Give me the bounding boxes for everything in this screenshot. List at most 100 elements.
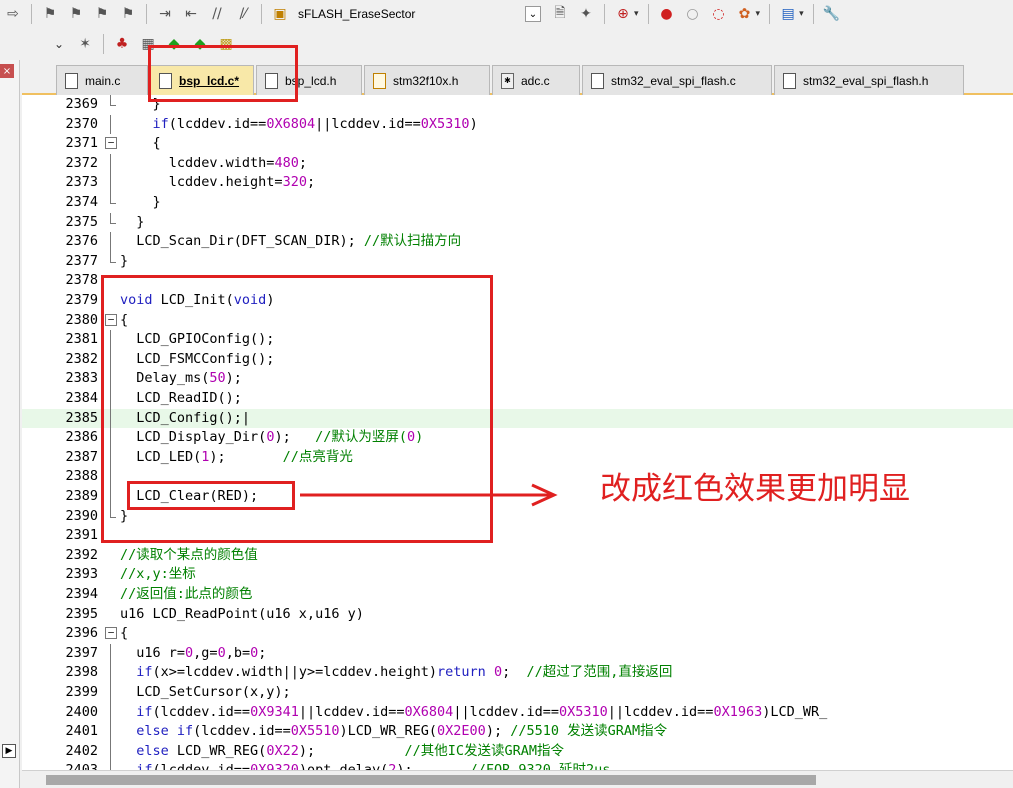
code-line[interactable]: 2393 //x,y:坐标 <box>22 565 1013 585</box>
code-line[interactable]: 2391 <box>22 526 1013 546</box>
line-number: 2394 <box>65 586 98 602</box>
file-icon <box>65 72 78 89</box>
zoom-icon[interactable]: ⊕ <box>613 4 633 24</box>
fold-toggle-icon[interactable]: − <box>105 627 117 640</box>
code-line[interactable]: 2373 lcddev.height=320; <box>22 173 1013 193</box>
back-arrow-icon[interactable]: ⇨ <box>3 4 23 24</box>
code-text: void LCD_Init(void) <box>120 292 275 308</box>
code-line[interactable]: 2383 Delay_ms(50); <box>22 369 1013 389</box>
breakpoint-disable-icon[interactable]: ○ <box>683 4 703 24</box>
code-text: LCD_ReadID(); <box>120 390 242 406</box>
toolbar-separator <box>769 4 771 24</box>
toolbar-separator <box>261 4 262 24</box>
code-line[interactable]: 2384 LCD_ReadID(); <box>22 389 1013 409</box>
load-icon[interactable]: ▣ <box>270 4 290 24</box>
wrench-icon[interactable]: 🔧 <box>822 4 842 24</box>
window-icon[interactable]: ▤ <box>778 4 798 24</box>
code-line[interactable]: 2399 LCD_SetCursor(x,y); <box>22 683 1013 703</box>
code-text: { <box>120 311 129 328</box>
code-line[interactable]: 2401 else if(lcddev.id==0X5510)LCD_WR_RE… <box>22 722 1013 742</box>
code-line[interactable]: 2394 //返回值:此点的颜色 <box>22 585 1013 605</box>
horizontal-scrollbar[interactable] <box>22 770 1013 788</box>
config-icon[interactable]: ✿ <box>735 4 755 24</box>
scrollbar-thumb[interactable] <box>46 775 816 785</box>
code-line[interactable]: 2381 LCD_GPIOConfig(); <box>22 330 1013 350</box>
fold-toggle-icon[interactable]: − <box>105 313 117 326</box>
bookmark-next-icon[interactable]: ⚑ <box>92 4 112 24</box>
code-text: LCD_Scan_Dir(DFT_SCAN_DIR); //默认扫描方向 <box>120 233 462 250</box>
chevron-down-icon[interactable]: ▾ <box>756 9 761 19</box>
code-line[interactable]: 2402 else LCD_WR_REG(0X22); //其他IC发送读GRA… <box>22 741 1013 762</box>
line-number: 2369 <box>65 96 98 112</box>
target-combo[interactable]: sFLASH_EraseSector <box>293 3 525 25</box>
code-line[interactable]: 2371− { <box>22 134 1013 154</box>
fold-toggle-icon[interactable]: − <box>105 137 117 150</box>
code-text: if(lcddev.id==0X9341||lcddev.id==0X6804|… <box>136 703 828 720</box>
tab-adc-c[interactable]: ✱ adc.c <box>492 65 580 95</box>
tab-bsp-lcd-h[interactable]: bsp_lcd.h <box>256 65 362 95</box>
code-line[interactable]: 2397 u16 r=0,g=0,b=0; <box>22 643 1013 664</box>
breakpoint-kill-icon[interactable]: ◌ <box>709 4 729 24</box>
line-number: 2403 <box>22 761 98 770</box>
code-line[interactable]: 2396−{ <box>22 624 1013 644</box>
scroll-right-icon[interactable]: ▶ <box>2 744 16 758</box>
fold-guide <box>110 663 111 683</box>
code-text: if(x>=lcddev.width||y>=lcddev.height)ret… <box>136 664 673 681</box>
build-icon[interactable]: ♣ <box>112 34 132 54</box>
code-line[interactable]: 2376 LCD_Scan_Dir(DFT_SCAN_DIR); //默认扫描方… <box>22 232 1013 252</box>
code-text: LCD_Clear(RED); <box>120 488 259 504</box>
code-line[interactable]: 2379 void LCD_Init(void) <box>22 291 1013 311</box>
indent-icon[interactable]: ⇥ <box>155 4 175 24</box>
code-line[interactable]: 2386 LCD_Display_Dir(0); //默认为竖屏(0) <box>22 428 1013 448</box>
chevron-down-icon[interactable]: ⌄ <box>54 37 64 51</box>
bookmark-prev-icon[interactable]: ⚑ <box>66 4 86 24</box>
unindent-icon[interactable]: ⇤ <box>181 4 201 24</box>
chevron-down-icon[interactable]: ▾ <box>634 9 639 19</box>
code-editor[interactable]: 2369 } 2370 if(lcddev.id==0X6804||lcddev.… <box>22 95 1013 770</box>
uncomment-icon[interactable]: /⁄ <box>233 4 253 24</box>
rebuild-icon[interactable]: ▦ <box>138 34 158 54</box>
code-line[interactable]: 2400 if(lcddev.id==0X9341||lcddev.id==0X… <box>22 702 1013 723</box>
fold-guide <box>110 506 111 517</box>
tab-stm32-eval-spi-flash-h[interactable]: stm32_eval_spi_flash.h <box>774 65 964 95</box>
batch-build-icon[interactable]: ◆ <box>190 34 210 54</box>
bookmark-icon[interactable]: ⚑ <box>40 4 60 24</box>
fold-guide <box>110 95 111 105</box>
line-number: 2379 <box>65 292 98 308</box>
tab-stm32-eval-spi-flash-c[interactable]: stm32_eval_spi_flash.c <box>582 65 772 95</box>
download-icon[interactable]: ◆ <box>164 34 184 54</box>
code-line[interactable]: 2369 } <box>22 95 1013 115</box>
debug-breakpoint-icon[interactable]: ● <box>657 4 677 24</box>
code-line[interactable]: 2377} <box>22 251 1013 272</box>
close-icon[interactable]: × <box>0 64 14 78</box>
code-line[interactable]: 2403 if(lcddev.id==0X9320)opt_delay(2); … <box>22 761 1013 770</box>
code-line[interactable]: 2378 <box>22 271 1013 291</box>
code-line[interactable]: 2372 lcddev.width=480; <box>22 153 1013 174</box>
code-line[interactable]: 2398 if(x>=lcddev.width||y>=lcddev.heigh… <box>22 663 1013 683</box>
code-line[interactable]: 2395 u16 LCD_ReadPoint(u16 x,u16 y) <box>22 605 1013 625</box>
code-text: } <box>120 96 161 112</box>
tab-label: stm32f10x.h <box>393 73 459 88</box>
chevron-down-icon[interactable]: ⌄ <box>525 6 541 22</box>
search-icon[interactable]: ✦ <box>576 4 596 24</box>
code-line[interactable]: 2380−{ <box>22 311 1013 331</box>
translate-icon[interactable]: ✶ <box>75 34 95 54</box>
tab-bsp-lcd-c[interactable]: bsp_lcd.c* <box>150 65 254 95</box>
bookmark-clear-icon[interactable]: ⚑ <box>118 4 138 24</box>
stop-build-icon[interactable]: ▩ <box>216 34 236 54</box>
tab-main-c[interactable]: main.c <box>56 65 148 95</box>
file-icon <box>591 72 604 89</box>
code-line[interactable]: 2375 } <box>22 212 1013 233</box>
comment-icon[interactable]: // <box>207 4 227 24</box>
chevron-down-icon[interactable]: ▾ <box>799 9 804 19</box>
file-icon <box>159 72 172 89</box>
code-line[interactable]: 2374 } <box>22 193 1013 213</box>
code-line[interactable]: 2392 //读取个某点的颜色值 <box>22 546 1013 566</box>
code-line[interactable]: 2385 LCD_Config();| <box>22 408 1013 429</box>
code-line[interactable]: 2370 if(lcddev.id==0X6804||lcddev.id==0X… <box>22 114 1013 135</box>
code-line[interactable]: 2382 LCD_FSMCConfig(); <box>22 349 1013 370</box>
line-number: 2382 <box>65 350 98 367</box>
fold-guide <box>110 702 111 723</box>
tab-stm32f10x-h[interactable]: stm32f10x.h <box>364 65 490 95</box>
find-in-files-icon[interactable]: 🗎 <box>550 4 570 24</box>
